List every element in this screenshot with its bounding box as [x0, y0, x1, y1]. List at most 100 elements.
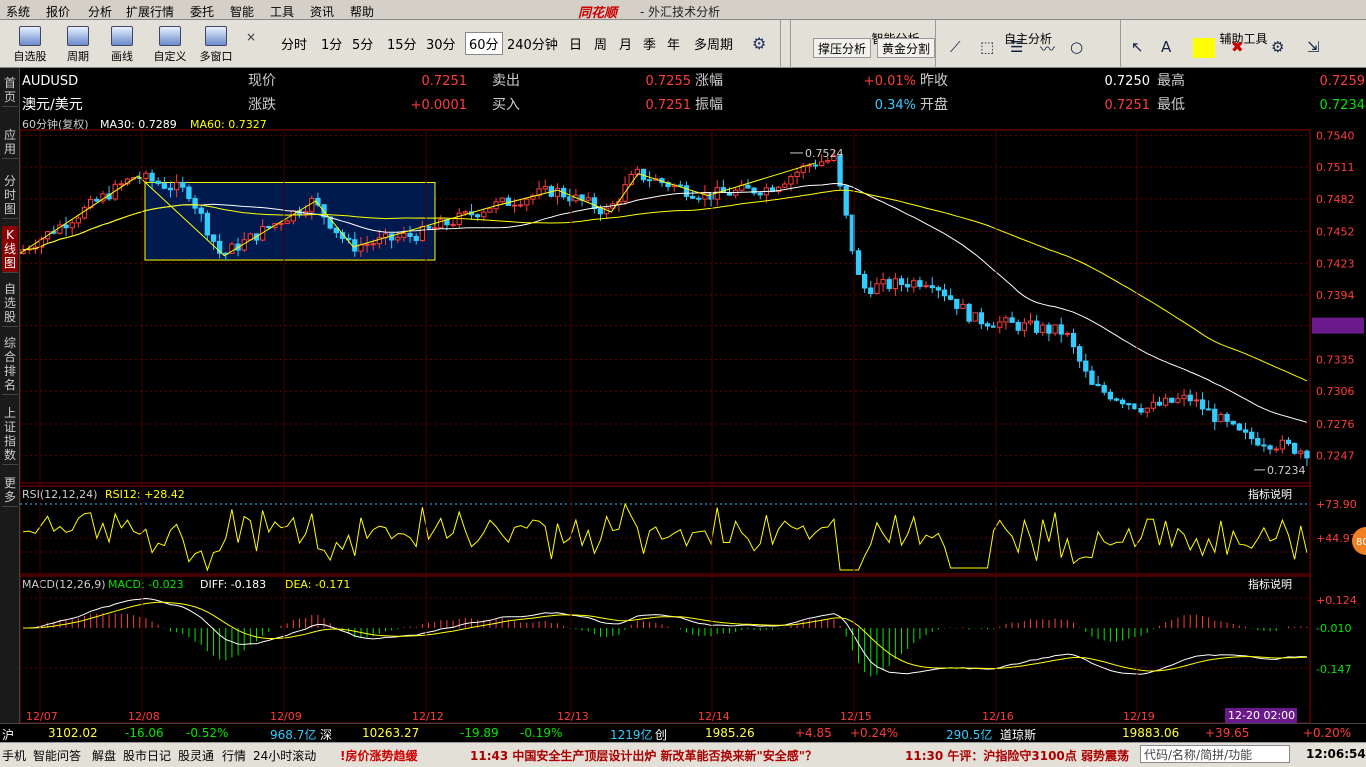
- ma30-label: MA30: 0.7289: [100, 118, 177, 131]
- candle: [1150, 401, 1157, 409]
- toolbar-button-1[interactable]: 周期: [58, 24, 98, 64]
- candle: [450, 223, 456, 226]
- menu-1[interactable]: 报价: [46, 3, 70, 20]
- period-tab-10[interactable]: 季: [643, 34, 656, 53]
- candle: [757, 192, 763, 196]
- menu-0[interactable]: 系统: [6, 3, 30, 20]
- menu-2[interactable]: 分析: [88, 3, 112, 20]
- toolbar-button-2[interactable]: 画线: [102, 24, 142, 64]
- menu-8[interactable]: 帮助: [350, 3, 374, 20]
- expand-icon[interactable]: ⇲: [1307, 38, 1320, 56]
- candle: [1285, 439, 1292, 444]
- circle-tool-icon[interactable]: ○: [1070, 38, 1083, 56]
- period-tab-9[interactable]: 月: [619, 34, 632, 53]
- candle: [1255, 438, 1261, 446]
- window-title: - 外汇技术分析: [640, 5, 721, 19]
- golden-split-button[interactable]: 黄金分割: [877, 38, 936, 58]
- pointer-icon[interactable]: ↖: [1131, 38, 1144, 56]
- toolbar-button-0[interactable]: 自选股: [10, 24, 50, 64]
- candle: [1070, 332, 1077, 348]
- period-tab-0[interactable]: 分时: [281, 34, 307, 53]
- menu-3[interactable]: 扩展行情: [126, 3, 174, 20]
- pressure-analysis-button[interactable]: 撑压分析: [813, 38, 872, 58]
- period-tab-2[interactable]: 5分: [352, 34, 373, 53]
- candle: [431, 227, 438, 230]
- candle: [683, 185, 690, 197]
- code-search-input[interactable]: 代码/名称/简拼/功能: [1140, 745, 1290, 763]
- quote-value: 0.7251: [422, 74, 468, 89]
- sidebar-tab-0[interactable]: 首页: [2, 74, 18, 107]
- footer-tab-3[interactable]: 股市日记: [123, 747, 171, 764]
- candle: [898, 278, 905, 286]
- text-tool-icon[interactable]: A: [1161, 38, 1171, 56]
- sidebar-tab-6[interactable]: 上证指数: [2, 404, 18, 465]
- period-tab-12[interactable]: 多周期: [694, 34, 733, 53]
- sidebar-tab-5[interactable]: 综合排名: [2, 334, 18, 395]
- quote-value: 0.7250: [1105, 74, 1151, 89]
- news-headline-3[interactable]: 11:30 午评：沪指险守3100点 弱势震荡: [905, 747, 1129, 764]
- period-tab-4[interactable]: 30分: [426, 34, 456, 53]
- menu-4[interactable]: 委托: [190, 3, 214, 20]
- candle: [358, 244, 364, 252]
- footer-tab-6[interactable]: 24小时滚动: [253, 747, 316, 764]
- period-label: 60分钟(复权): [22, 117, 89, 131]
- news-headline-1[interactable]: !房价涨势趋缓: [340, 747, 417, 764]
- candle: [352, 239, 358, 252]
- quote-label: 开盘: [920, 96, 948, 113]
- footer-tab-0[interactable]: 手机: [2, 747, 26, 764]
- sidebar-tab-4[interactable]: 自选股: [2, 280, 18, 327]
- candle: [364, 243, 370, 246]
- period-settings-icon[interactable]: ⚙: [752, 34, 766, 53]
- candle: [1046, 324, 1052, 334]
- candle: [1199, 399, 1206, 410]
- sidebar-tab-3[interactable]: K线图: [2, 226, 18, 273]
- chart-area[interactable]: AUDUSD 澳元/美元 现价涨跌 0.7251 +0.0001 卖出买入 0.7255 0.…: [20, 68, 1366, 723]
- footer-tab-4[interactable]: 股灵通: [178, 747, 214, 764]
- wave-tool-icon[interactable]: 〰: [1040, 38, 1055, 59]
- candle: [677, 184, 684, 187]
- news-headline-2[interactable]: 11:43 中国安全生产顶层设计出炉 新改革能否换来新"安全感"？: [470, 747, 817, 764]
- candle: [1175, 398, 1181, 403]
- period-tab-1[interactable]: 1分: [321, 34, 342, 53]
- quote-label: 现价: [248, 73, 276, 89]
- footer-tab-2[interactable]: 解盘: [92, 747, 116, 764]
- period-tab-5[interactable]: 60分: [465, 32, 503, 55]
- price-tick: 0.7482: [1316, 193, 1355, 206]
- candle: [941, 289, 948, 297]
- sidebar-tab-7[interactable]: 更多: [2, 474, 18, 507]
- color-picker-icon[interactable]: [1193, 38, 1215, 58]
- sidebar-tab-1[interactable]: 应用: [2, 126, 18, 159]
- period-tab-11[interactable]: 年: [667, 34, 680, 53]
- toolbar-button-4[interactable]: 多窗口: [196, 24, 236, 64]
- candle: [524, 198, 530, 206]
- delete-icon[interactable]: ✖: [1231, 38, 1244, 56]
- candle: [63, 224, 69, 229]
- period-tab-7[interactable]: 日: [569, 34, 582, 53]
- period-tab-3[interactable]: 15分: [387, 34, 417, 53]
- symbol-code: AUDUSD: [22, 74, 78, 89]
- price-tick: 0.7247: [1316, 450, 1355, 463]
- line-tool-icon[interactable]: ⟋: [950, 38, 961, 56]
- price-tick: 0.7276: [1316, 418, 1355, 431]
- candle: [1224, 413, 1230, 422]
- menu-6[interactable]: 工具: [270, 3, 294, 20]
- date-tick: 12/16: [982, 710, 1014, 723]
- quote-value: +0.0001: [411, 98, 467, 113]
- menu-7[interactable]: 资讯: [310, 3, 334, 20]
- period-tab-6[interactable]: 240分钟: [507, 34, 558, 53]
- period-tab-8[interactable]: 周: [594, 34, 607, 53]
- footer-tab-1[interactable]: 智能问答: [33, 747, 81, 764]
- footer-tab-5[interactable]: 行情: [222, 747, 246, 764]
- quote-value: +0.01%: [864, 74, 916, 89]
- candle: [278, 222, 284, 225]
- candle: [419, 225, 426, 241]
- sidebar-tab-2[interactable]: 分时图: [2, 172, 18, 219]
- fib-tool-icon[interactable]: ☰: [1010, 38, 1023, 56]
- settings-icon[interactable]: ⚙: [1271, 38, 1284, 56]
- candle: [407, 233, 413, 237]
- menu-5[interactable]: 智能: [230, 3, 254, 20]
- rect-tool-icon[interactable]: ⬚: [980, 38, 994, 56]
- menu-bar: 系统 报价 分析 扩展行情 委托 智能 工具 资讯 帮助 同花顺 - 外汇技术分析: [0, 0, 1366, 21]
- toolbar-button-3[interactable]: 自定义: [150, 24, 190, 64]
- close-period-bar-button[interactable]: ×: [246, 30, 256, 44]
